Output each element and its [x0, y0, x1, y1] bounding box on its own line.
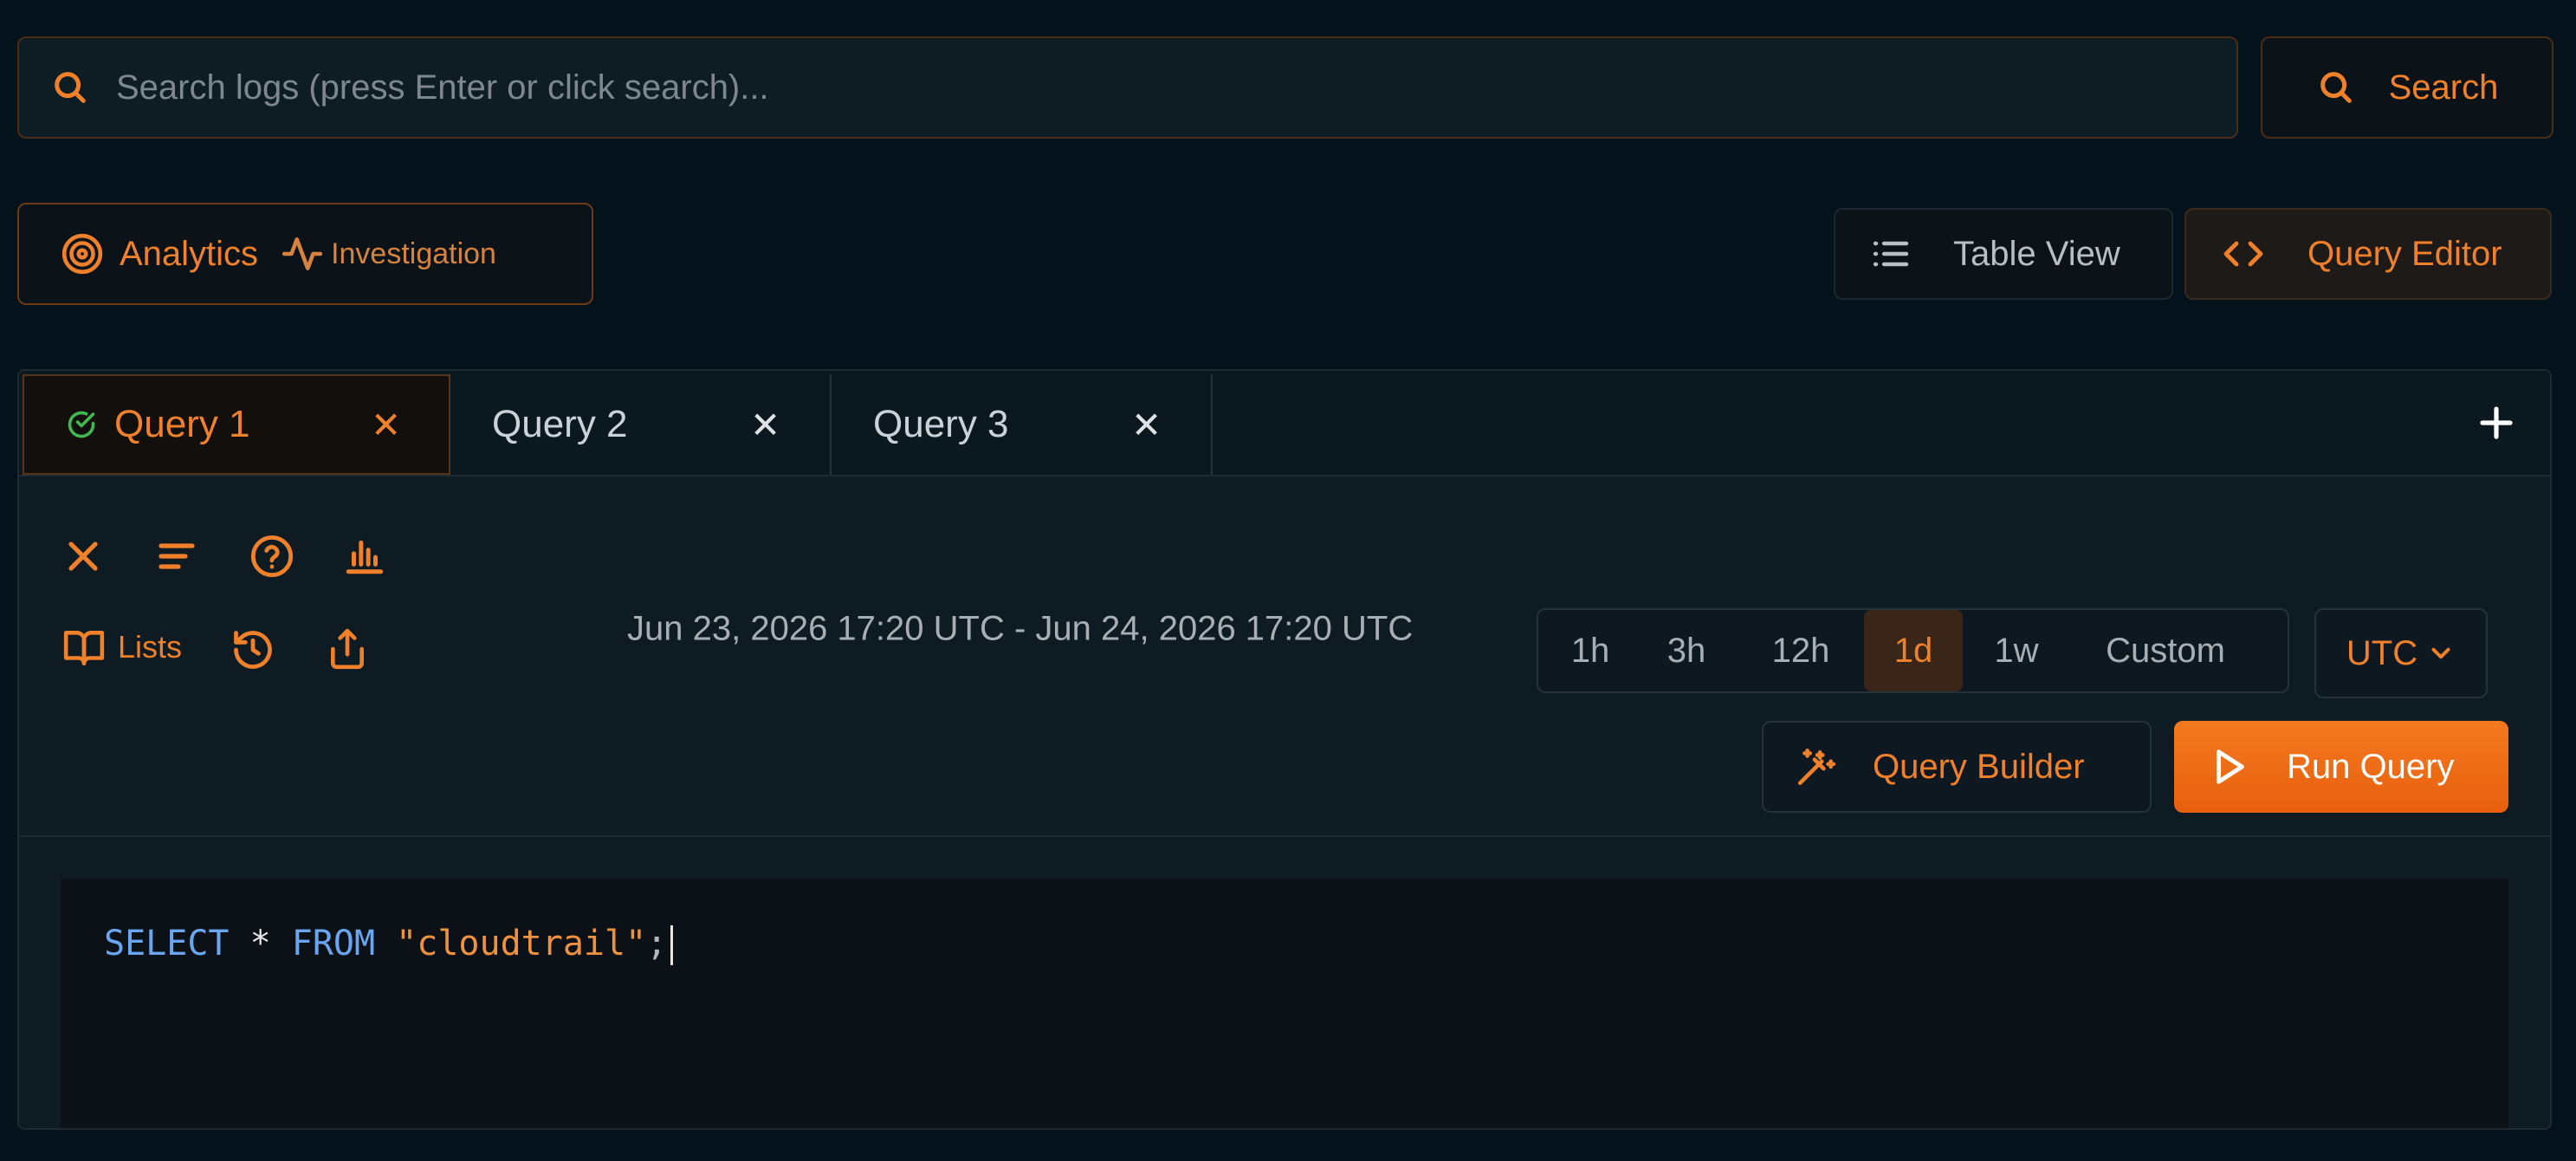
close-icon[interactable]: ✕	[750, 404, 780, 446]
timezone-label: UTC	[2346, 633, 2418, 672]
range-option-3h[interactable]: 3h	[1635, 610, 1738, 691]
tab-label: Query 1	[114, 403, 250, 445]
lists-button[interactable]: Lists	[62, 626, 182, 669]
search-icon	[50, 68, 90, 107]
search-input[interactable]	[114, 37, 2236, 138]
time-range-selector: 1h 3h 12h 1d 1w Custom	[1537, 608, 2289, 693]
search-button-label: Search	[2388, 68, 2499, 107]
range-option-1h[interactable]: 1h	[1545, 610, 1635, 691]
toolbar-divider	[19, 835, 2550, 837]
range-option-1w[interactable]: 1w	[1963, 610, 2070, 691]
play-icon	[2209, 747, 2249, 787]
code-icon	[2221, 233, 2266, 275]
sql-space	[375, 924, 396, 963]
tab-label: Query 2	[492, 403, 628, 445]
search-bar	[17, 36, 2238, 139]
sql-operator: *	[229, 924, 292, 963]
query-tab-bar: Query 1 ✕ Query 2 ✕ Query 3 ✕	[19, 371, 2550, 477]
query-panel: Query 1 ✕ Query 2 ✕ Query 3 ✕ Lists Jun …	[17, 369, 2552, 1130]
search-button[interactable]: Search	[2261, 36, 2553, 139]
tab-query-2[interactable]: Query 2 ✕	[450, 374, 832, 475]
help-icon[interactable]	[249, 534, 294, 579]
timezone-select[interactable]: UTC	[2314, 608, 2488, 698]
range-option-1d[interactable]: 1d	[1864, 610, 1963, 691]
sql-keyword: SELECT	[104, 924, 230, 963]
bar-chart-icon[interactable]	[343, 534, 386, 577]
history-icon[interactable]	[230, 627, 275, 672]
mode-investigation-label: Investigation	[331, 237, 496, 270]
mode-analytics[interactable]: Analytics	[61, 232, 258, 276]
list-icon	[1870, 233, 1912, 275]
query-builder-button[interactable]: Query Builder	[1762, 721, 2152, 813]
query-toolbar: Lists Jun 23, 2026 17:20 UTC - Jun 24, 2…	[19, 478, 2550, 1128]
search-icon	[2316, 68, 2356, 107]
add-tab-icon[interactable]	[2476, 402, 2517, 444]
activity-icon	[281, 232, 324, 276]
range-option-12h[interactable]: 12h	[1738, 610, 1864, 691]
clear-icon[interactable]	[62, 535, 104, 577]
sql-keyword: FROM	[291, 924, 376, 963]
text-caret	[670, 925, 674, 965]
format-icon[interactable]	[156, 535, 197, 577]
mode-analytics-label: Analytics	[120, 234, 259, 273]
check-circle-icon	[66, 409, 97, 440]
sql-editor[interactable]: SELECT * FROM "cloudtrail";	[61, 879, 2508, 1128]
mode-investigation[interactable]: Investigation	[281, 232, 496, 276]
magic-wand-icon	[1795, 745, 1838, 788]
close-icon[interactable]: ✕	[371, 404, 401, 446]
lists-label: Lists	[118, 629, 183, 665]
close-icon[interactable]: ✕	[1131, 404, 1162, 446]
sql-punctuation: ;	[646, 924, 668, 963]
date-range-text: Jun 23, 2026 17:20 UTC - Jun 24, 2026 17…	[627, 609, 1414, 648]
book-open-icon	[62, 626, 106, 669]
query-editor-button[interactable]: Query Editor	[2184, 208, 2552, 300]
target-icon	[61, 232, 104, 276]
chevron-down-icon	[2426, 639, 2456, 668]
tab-query-3[interactable]: Query 3 ✕	[832, 374, 1213, 475]
run-query-label: Run Query	[2287, 747, 2455, 786]
sql-string: "cloudtrail"	[396, 924, 647, 963]
query-editor-label: Query Editor	[2307, 234, 2502, 273]
mode-switcher: Analytics Investigation	[17, 203, 593, 305]
sql-code[interactable]: SELECT * FROM "cloudtrail";	[104, 924, 674, 965]
share-icon[interactable]	[326, 627, 369, 671]
run-query-button[interactable]: Run Query	[2174, 721, 2508, 813]
table-view-label: Table View	[1953, 234, 2120, 273]
table-view-button[interactable]: Table View	[1834, 208, 2173, 300]
tab-label: Query 3	[873, 403, 1009, 445]
query-builder-label: Query Builder	[1873, 747, 2085, 786]
tab-query-1[interactable]: Query 1 ✕	[23, 374, 450, 475]
range-option-custom[interactable]: Custom	[2070, 610, 2261, 691]
